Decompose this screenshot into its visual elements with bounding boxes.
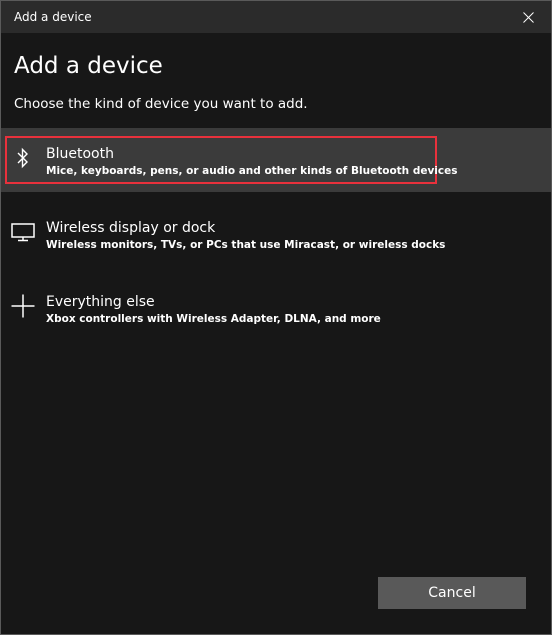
plus-icon	[9, 288, 37, 324]
option-everything-else[interactable]: Everything else Xbox controllers with Wi…	[1, 276, 551, 340]
option-title: Wireless display or dock	[46, 220, 216, 236]
option-description: Mice, keyboards, pens, or audio and othe…	[46, 165, 458, 177]
option-bluetooth[interactable]: Bluetooth Mice, keyboards, pens, or audi…	[1, 128, 551, 192]
option-description: Wireless monitors, TVs, or PCs that use …	[46, 239, 446, 251]
option-title: Bluetooth	[46, 146, 114, 162]
bluetooth-icon	[9, 140, 37, 176]
page-title: Add a device	[14, 53, 163, 79]
add-device-dialog: Add a device Add a device Choose the kin…	[0, 0, 552, 635]
option-description: Xbox controllers with Wireless Adapter, …	[46, 313, 381, 325]
monitor-icon	[9, 214, 37, 250]
window-title: Add a device	[14, 10, 92, 24]
title-bar: Add a device	[1, 1, 551, 33]
close-button[interactable]	[505, 1, 551, 33]
page-subtitle: Choose the kind of device you want to ad…	[14, 96, 308, 112]
option-wireless-display[interactable]: Wireless display or dock Wireless monito…	[1, 202, 551, 266]
close-icon	[522, 11, 534, 23]
option-title: Everything else	[46, 294, 155, 310]
cancel-button[interactable]: Cancel	[378, 577, 526, 609]
